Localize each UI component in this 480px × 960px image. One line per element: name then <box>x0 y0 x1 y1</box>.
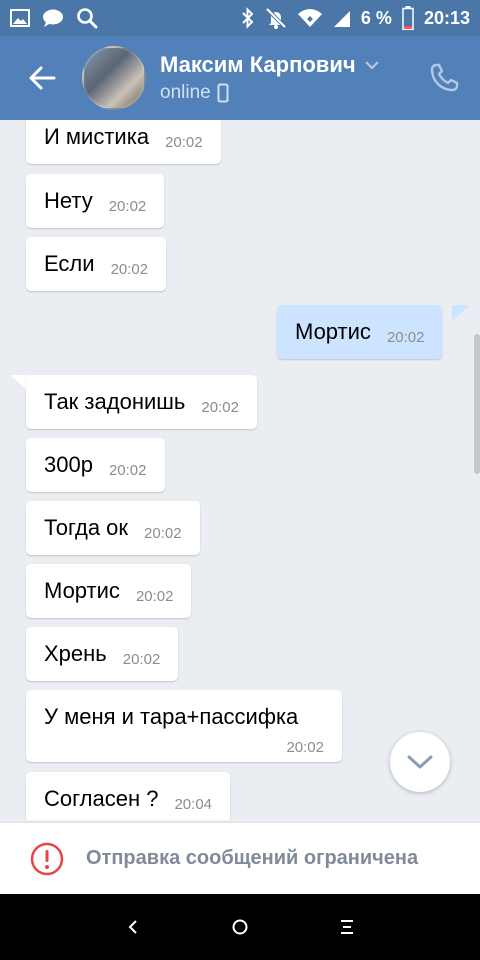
status-bar: 6 % 20:13 <box>0 0 480 36</box>
message-text: 300р <box>44 452 93 477</box>
message-bubble-outgoing[interactable]: Мортис 20:02 <box>277 305 443 359</box>
bubble-tail-out <box>452 305 470 321</box>
message-time: 20:02 <box>165 133 203 151</box>
message-bubble[interactable]: Хрень 20:02 <box>26 627 179 681</box>
message-text: Мортис <box>295 319 371 344</box>
message-bubble[interactable]: У меня и тара+пассифка 20:02 <box>26 690 342 762</box>
chevron-down-icon <box>364 61 379 70</box>
home-icon <box>232 919 248 935</box>
scroll-down-button[interactable] <box>390 732 450 792</box>
back-button[interactable] <box>0 36 84 120</box>
back-icon <box>128 920 138 934</box>
message-time: 20:04 <box>174 795 213 813</box>
nav-home-button[interactable] <box>220 907 260 947</box>
message-time: 20:02 <box>135 587 174 605</box>
battery-level: 6 % <box>360 7 392 28</box>
message-bubble[interactable]: 300р 20:02 <box>26 438 165 492</box>
contact-status: online <box>160 82 211 103</box>
nav-back-button[interactable] <box>113 907 153 947</box>
chat-header: Максим Карпович online <box>0 36 480 120</box>
clock: 20:13 <box>423 7 470 28</box>
contact-title[interactable]: Максим Карпович online <box>160 52 380 104</box>
message-text: Мортис <box>44 578 120 603</box>
call-button[interactable] <box>428 62 460 94</box>
message-time: 20:02 <box>286 739 324 756</box>
message-bubble[interactable]: Если 20:02 <box>26 237 167 291</box>
chat-bubble-icon <box>43 9 63 27</box>
message-text: Так задонишь <box>44 389 186 414</box>
signal-icon <box>333 11 350 27</box>
message-time: 20:02 <box>110 260 149 278</box>
message-bubble[interactable]: Так задонишь 20:02 <box>26 375 257 429</box>
message-bubble[interactable]: Нету 20:02 <box>26 174 165 228</box>
phone-icon <box>430 63 459 92</box>
message-text: И мистика <box>44 124 150 149</box>
message-time: 20:02 <box>122 650 161 668</box>
avatar[interactable] <box>82 46 146 110</box>
mobile-icon <box>217 83 229 103</box>
message-text: Если <box>44 251 95 276</box>
message-time: 20:02 <box>201 398 239 416</box>
message-text: Нету <box>44 188 93 213</box>
message-text: Согласен ? <box>44 786 159 811</box>
wifi-icon <box>297 9 322 27</box>
message-text: Тогда ок <box>44 515 129 540</box>
battery-icon <box>402 6 414 30</box>
message-bubble[interactable]: Мортис 20:02 <box>26 564 192 618</box>
message-time: 20:02 <box>108 461 147 479</box>
chevron-down-icon <box>407 755 433 769</box>
back-arrow-icon <box>29 66 56 90</box>
recents-icon <box>340 920 353 934</box>
message-bubble[interactable]: И мистика 20:02 <box>26 120 221 164</box>
message-list[interactable]: И мистика 20:02 Нету 20:02 Если 20:02 Мо… <box>0 120 480 820</box>
message-text: Хрень <box>44 641 107 666</box>
gallery-icon <box>10 9 30 27</box>
nav-recents-button[interactable] <box>327 907 367 947</box>
message-bubble[interactable]: Тогда ок 20:02 <box>26 501 200 555</box>
mute-icon <box>265 7 287 29</box>
bluetooth-icon <box>242 7 254 29</box>
system-nav-bar <box>0 894 480 960</box>
restriction-text: Отправка сообщений ограничена <box>86 847 419 869</box>
message-time: 20:02 <box>144 524 182 542</box>
message-time: 20:02 <box>386 328 425 346</box>
contact-name: Максим Карпович <box>160 52 356 77</box>
message-bubble[interactable]: Согласен ? 20:04 <box>26 772 231 820</box>
warning-icon <box>30 842 64 875</box>
restriction-banner: Отправка сообщений ограничена <box>0 822 480 894</box>
search-icon <box>77 8 98 29</box>
message-text: У меня и тара+пассифка <box>44 704 299 729</box>
message-time: 20:02 <box>108 197 147 215</box>
scrollbar[interactable] <box>474 334 480 474</box>
